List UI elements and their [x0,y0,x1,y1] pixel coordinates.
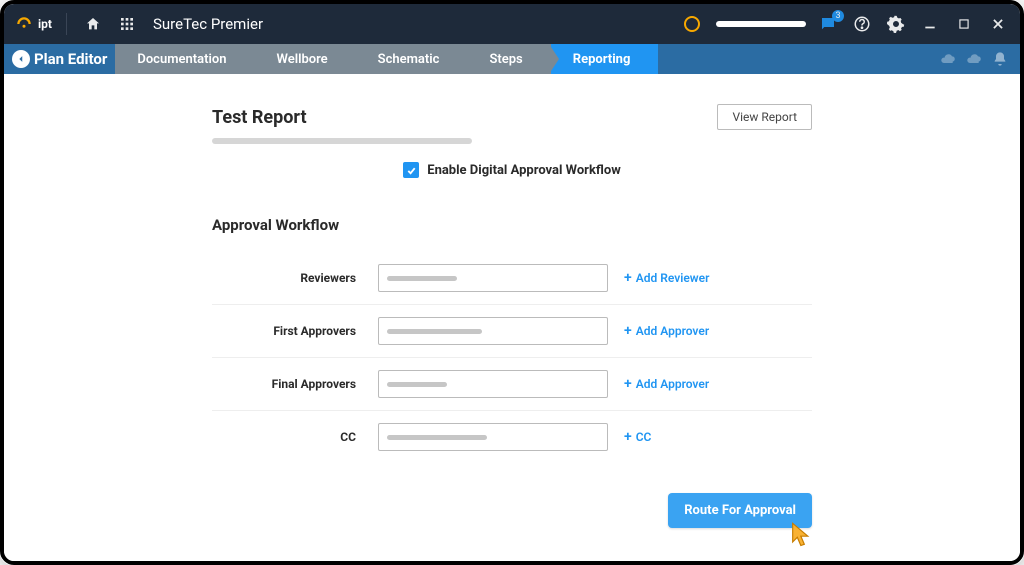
plus-icon: + [624,324,632,338]
workflow-section-title: Approval Workflow [212,216,812,234]
maximize-icon[interactable] [952,12,976,36]
cloud-icon[interactable] [940,51,956,67]
workflow-row: Reviewers + Add Reviewer [212,252,812,305]
close-icon[interactable] [986,12,1010,36]
crumb-steps[interactable]: Steps [467,44,550,74]
workflow-row-label: CC [212,430,362,444]
add-link-label: Add Approver [636,324,709,338]
app-logo: ipt [14,14,52,34]
enable-workflow-row: Enable Digital Approval Workflow [212,162,812,178]
minimize-icon[interactable] [918,12,942,36]
placeholder-bar [387,382,447,387]
home-icon[interactable] [81,12,105,36]
progress-pill [716,21,806,27]
add-link-label: Add Reviewer [636,271,710,285]
workflow-row-label: Final Approvers [212,377,362,391]
back-button[interactable]: Plan Editor [4,44,115,74]
workflow-input[interactable] [378,370,608,398]
title-underline [212,138,472,144]
add-link-label: Add Approver [636,377,709,391]
divider [66,13,67,35]
crumb-label: Reporting [573,52,631,67]
apps-icon[interactable] [115,12,139,36]
add-link[interactable]: + Add Approver [624,377,709,391]
breadcrumb: Plan Editor Documentation Wellbore Schem… [4,44,1020,74]
crumb-label: Steps [489,52,522,67]
plus-icon: + [624,271,632,285]
placeholder-bar [387,329,482,334]
route-for-approval-button[interactable]: Route For Approval [668,493,812,528]
crumb-label: Wellbore [276,52,327,67]
workflow-row-label: First Approvers [212,324,362,338]
report-title: Test Report [212,107,307,128]
gear-icon[interactable] [884,12,908,36]
cloud-icon-2[interactable] [966,51,982,67]
status-indicator-icon[interactable] [684,16,700,32]
add-link-label: CC [636,430,652,444]
add-link[interactable]: + Add Reviewer [624,271,709,285]
report-panel: Test Report View Report Enable Digital A… [212,104,812,528]
chat-badge-count: 3 [832,10,844,22]
add-link[interactable]: + CC [624,430,651,444]
crumb-schematic[interactable]: Schematic [356,44,468,74]
workflow-row: CC + CC [212,411,812,463]
crumb-reporting[interactable]: Reporting [551,44,659,74]
workflow-input[interactable] [378,264,608,292]
plus-icon: + [624,377,632,391]
logo-icon [14,14,34,34]
content: Test Report View Report Enable Digital A… [4,74,1020,565]
placeholder-bar [387,276,457,281]
enable-workflow-label: Enable Digital Approval Workflow [427,163,621,178]
workflow-row: First Approvers + Add Approver [212,305,812,358]
view-report-button[interactable]: View Report [717,104,812,130]
workflow-input[interactable] [378,317,608,345]
crumb-label: Schematic [378,52,440,67]
enable-workflow-checkbox[interactable] [403,162,419,178]
app-title: SureTec Premier [153,15,263,33]
crumb-label: Documentation [137,52,226,67]
workflow-input[interactable] [378,423,608,451]
help-icon[interactable] [850,12,874,36]
back-label: Plan Editor [34,50,107,68]
add-link[interactable]: + Add Approver [624,324,709,338]
crumb-wellbore[interactable]: Wellbore [254,44,355,74]
placeholder-bar [387,435,487,440]
back-icon [12,50,30,68]
chat-icon[interactable]: 3 [816,12,840,36]
workflow-row: Final Approvers + Add Approver [212,358,812,411]
bell-icon[interactable] [992,51,1008,67]
workflow-row-label: Reviewers [212,271,362,285]
breadcrumb-right-icons [928,44,1020,74]
plus-icon: + [624,430,632,444]
topbar: ipt SureTec Premier 3 [4,4,1020,44]
logo-text: ipt [38,17,52,31]
crumb-documentation[interactable]: Documentation [115,44,254,74]
